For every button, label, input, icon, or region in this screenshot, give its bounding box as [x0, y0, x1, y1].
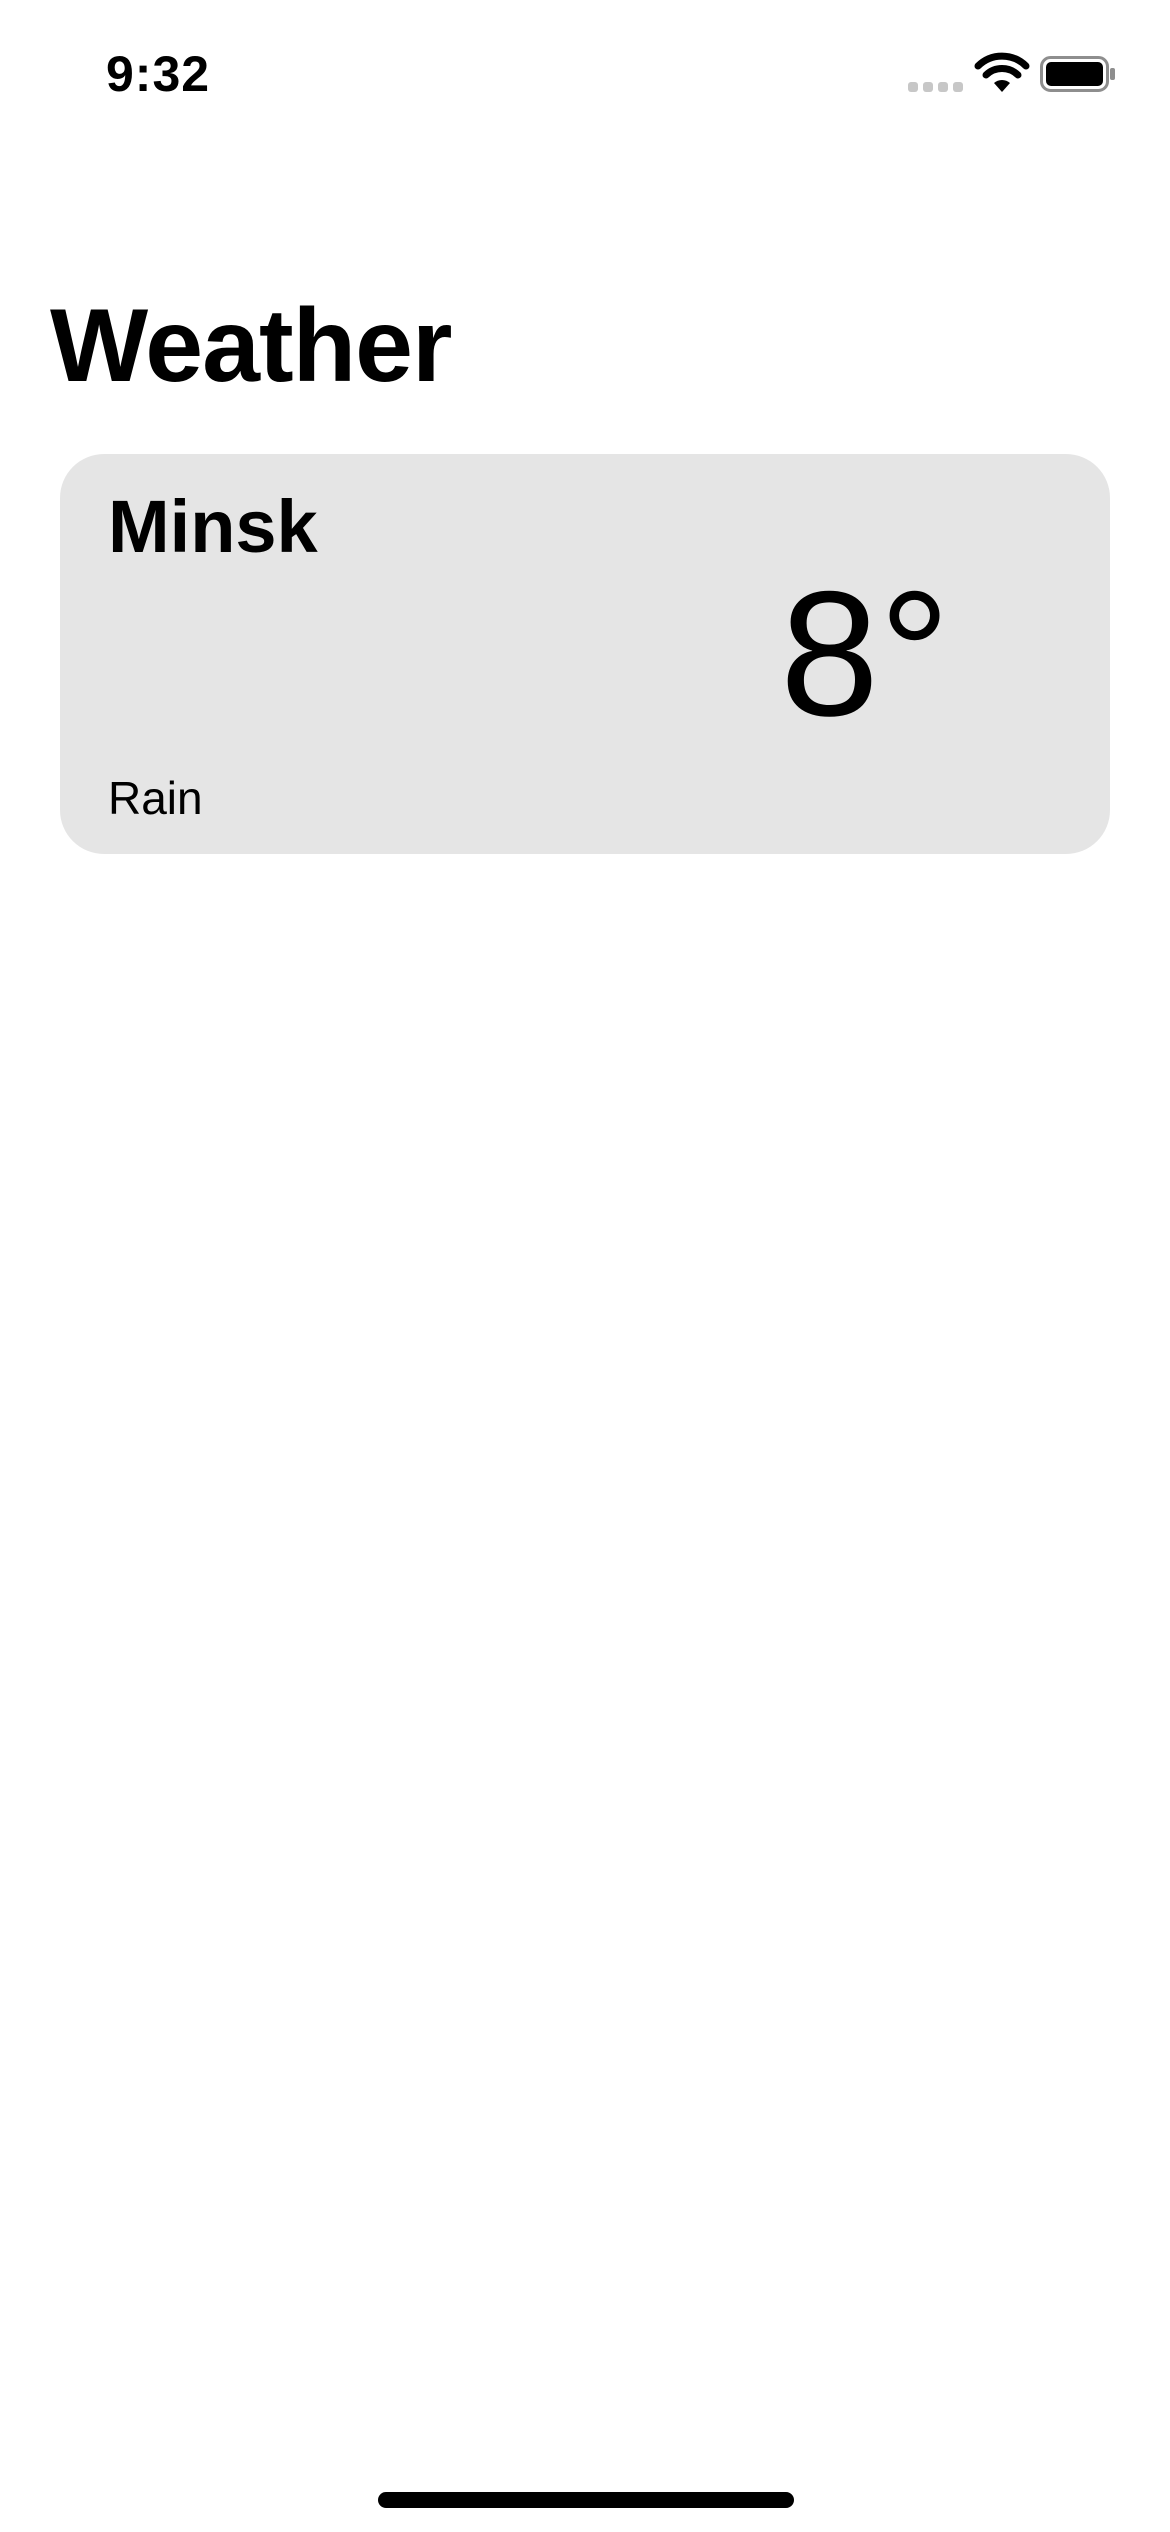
card-city-name: Minsk	[108, 485, 318, 568]
weather-card-minsk[interactable]: Minsk 8° Rain	[60, 454, 1110, 854]
card-condition: Rain	[108, 772, 203, 824]
cellular-signal-icon	[908, 82, 963, 92]
page-title: Weather	[50, 288, 452, 404]
status-time: 9:32	[106, 46, 211, 102]
home-indicator[interactable]	[378, 2492, 794, 2508]
battery-icon	[1040, 56, 1115, 92]
wifi-icon	[974, 52, 1030, 92]
status-bar: 9:32	[0, 0, 1170, 140]
card-temperature: 8°	[780, 554, 951, 753]
